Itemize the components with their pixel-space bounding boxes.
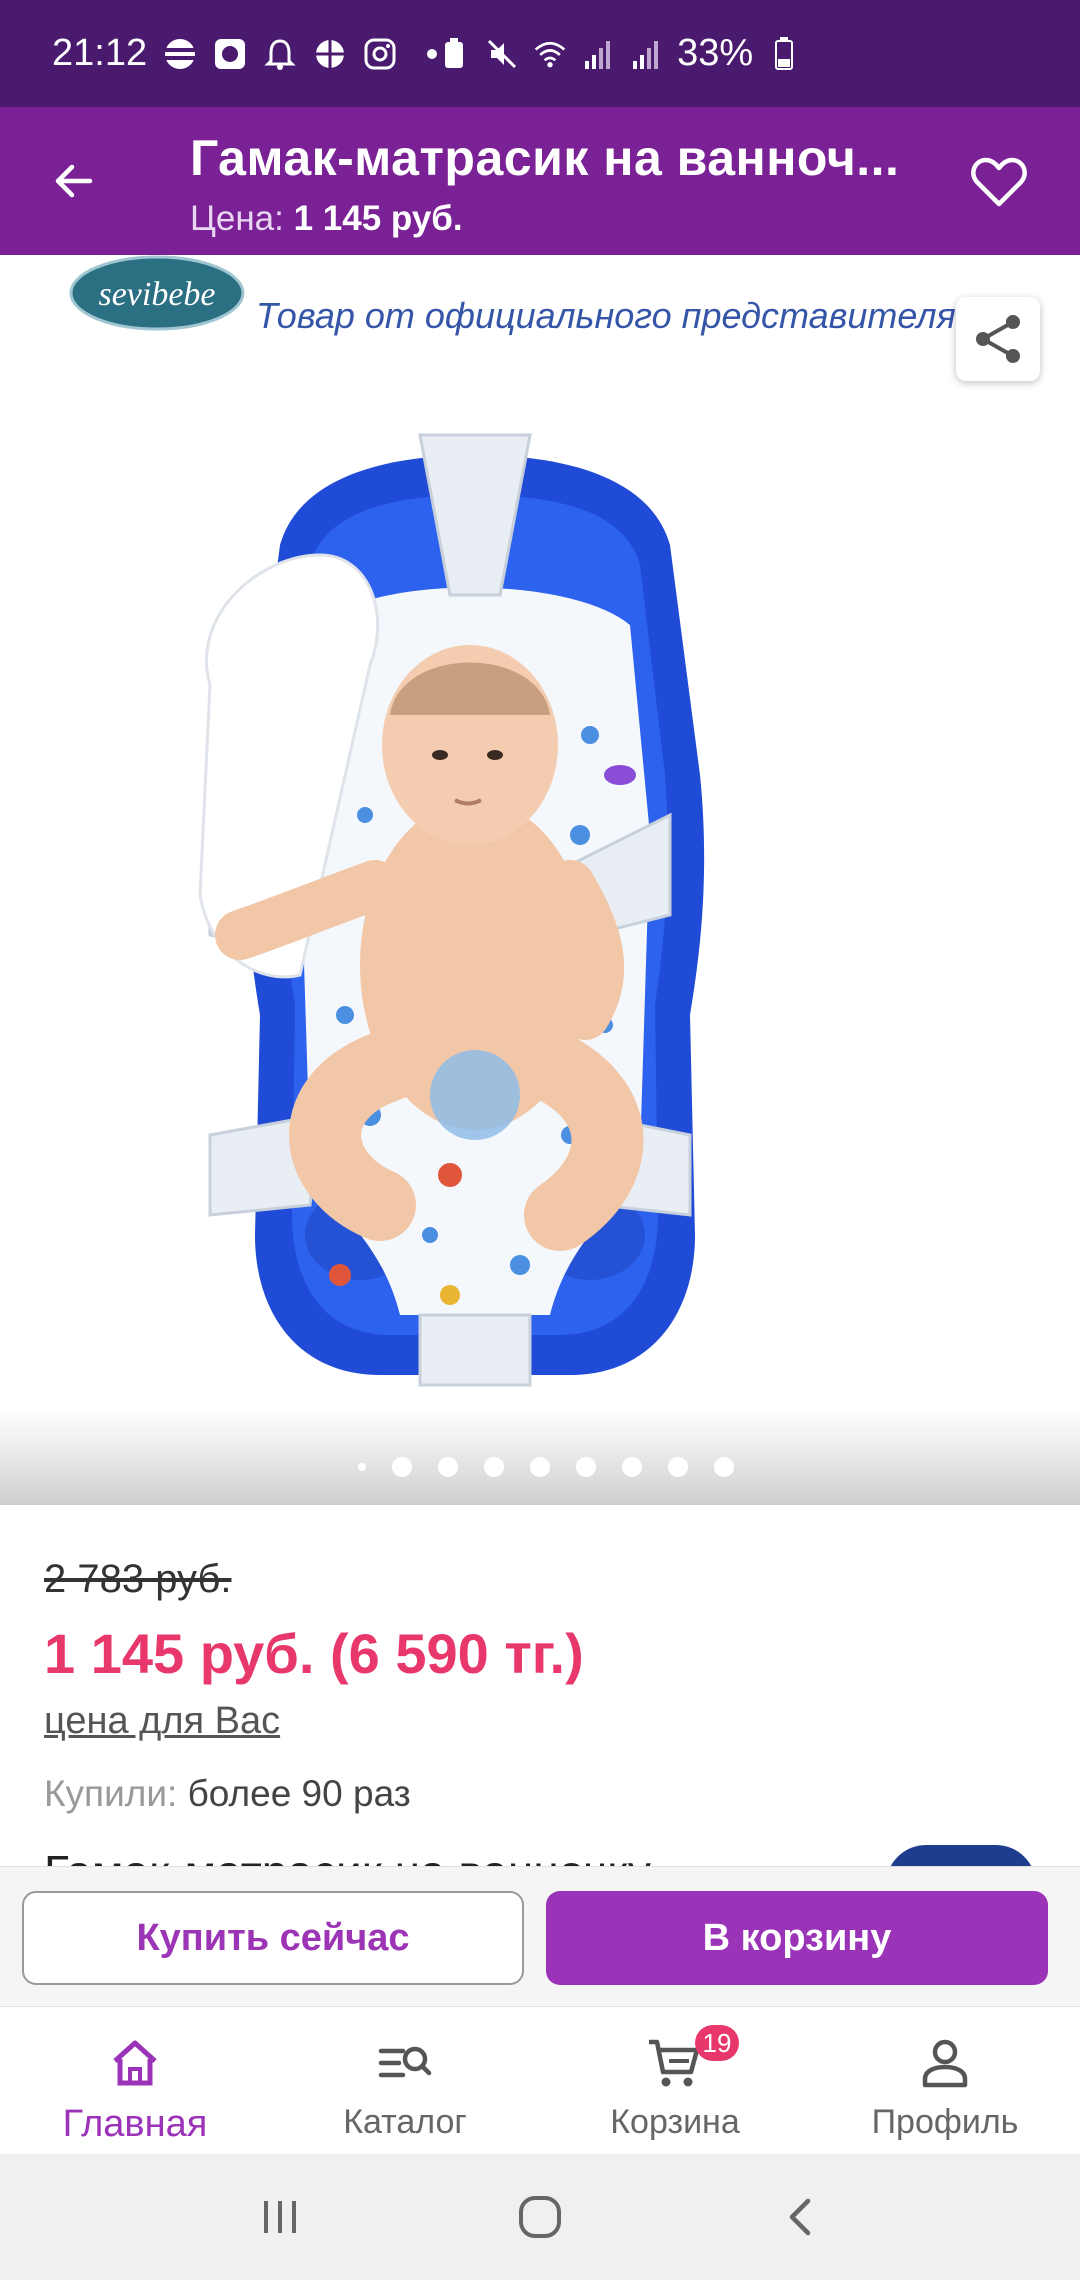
nav-catalog-label: Каталог	[343, 2103, 467, 2141]
pagination-dot[interactable]	[438, 1457, 458, 1477]
battery-percent: 33%	[677, 32, 754, 74]
signal-icon	[581, 37, 615, 71]
pagination-dot[interactable]	[714, 1457, 734, 1477]
recent-apps-icon	[264, 2201, 296, 2233]
mute-icon	[485, 37, 519, 71]
status-time: 21:12	[52, 32, 148, 74]
share-button[interactable]	[956, 297, 1040, 381]
arrow-left-icon	[55, 164, 93, 198]
bottom-navigation: Главная Каталог 19 Корзина Профиль	[0, 2006, 1080, 2154]
price-for-you-link[interactable]: цена для Вас	[44, 1700, 280, 1743]
brand-logo: sevibebe	[68, 255, 246, 331]
back-button[interactable]	[44, 151, 104, 211]
recent-apps-button[interactable]	[240, 2177, 320, 2257]
nav-home[interactable]: Главная	[0, 2007, 270, 2155]
action-bar: Купить сейчас В корзину	[0, 1866, 1080, 2006]
pagination-dot[interactable]	[622, 1457, 642, 1477]
pagination-dot-active[interactable]	[358, 1463, 366, 1471]
wifi-icon	[533, 37, 567, 71]
current-price: 1 145 руб. (6 590 тг.)	[44, 1622, 584, 1685]
nav-cart[interactable]: 19 Корзина	[540, 2007, 810, 2155]
subtitle-price: 1 145 руб.	[293, 199, 463, 238]
cart-count-badge: 19	[695, 2025, 739, 2061]
flag-icon	[163, 37, 197, 71]
nav-home-label: Главная	[62, 2103, 208, 2145]
status-bar: 21:12 33%	[0, 0, 1080, 107]
home-system-button[interactable]	[500, 2177, 580, 2257]
pagination-dot[interactable]	[392, 1457, 412, 1477]
chevron-left-icon	[789, 2198, 811, 2236]
add-to-cart-button[interactable]: В корзину	[546, 1891, 1048, 1985]
buy-now-button[interactable]: Купить сейчас	[22, 1891, 524, 1985]
brand-logo-text: sevibebe	[98, 276, 215, 313]
nav-catalog[interactable]: Каталог	[270, 2007, 540, 2155]
signal-icon-2	[629, 37, 663, 71]
instagram-icon	[363, 37, 397, 71]
system-navigation-bar	[0, 2154, 1080, 2280]
product-photo[interactable]	[150, 415, 800, 1415]
heart-icon	[971, 157, 1027, 207]
subtitle-label: Цена:	[190, 199, 284, 238]
battery-saver-icon	[437, 37, 471, 71]
bell-icon	[263, 37, 297, 71]
pagination-dot[interactable]	[530, 1457, 550, 1477]
home-icon	[107, 2035, 163, 2091]
nav-profile[interactable]: Профиль	[810, 2007, 1080, 2155]
pagination-dot[interactable]	[484, 1457, 504, 1477]
catalog-search-icon	[377, 2035, 433, 2091]
page-title: Гамак-матрасик на ванноч...	[190, 130, 900, 186]
page-subtitle: Цена: 1 145 руб.	[190, 199, 463, 239]
product-gallery[interactable]: sevibebe Товар от официального представи…	[0, 255, 1080, 1505]
share-icon	[976, 315, 1020, 363]
battery-icon	[767, 36, 801, 71]
nav-cart-label: Корзина	[610, 2103, 740, 2141]
pagination-dot[interactable]	[668, 1457, 688, 1477]
purchase-count-label: Купили:	[44, 1773, 178, 1814]
purchase-count-value: более 90 раз	[187, 1773, 411, 1814]
nav-profile-label: Профиль	[871, 2103, 1019, 2141]
gallery-pagination[interactable]	[0, 1457, 1080, 1477]
system-back-button[interactable]	[760, 2177, 840, 2257]
price-section: 2 783 руб. 1 145 руб. (6 590 тг.) цена д…	[0, 1505, 1080, 1898]
purchase-count: Купили: более 90 раз	[44, 1773, 411, 1815]
favorite-button[interactable]	[968, 151, 1030, 213]
home-circle-icon	[519, 2196, 561, 2238]
more-notifications-dot	[427, 48, 438, 59]
user-icon	[917, 2035, 973, 2091]
basketball-icon	[313, 37, 347, 71]
app-bar: Гамак-матрасик на ванноч... Цена: 1 145 …	[0, 107, 1080, 255]
pagination-dot[interactable]	[576, 1457, 596, 1477]
app-notification-icon	[213, 37, 247, 71]
official-seller-banner: Товар от официального представителя в	[256, 295, 985, 336]
old-price: 2 783 руб.	[44, 1557, 232, 1601]
